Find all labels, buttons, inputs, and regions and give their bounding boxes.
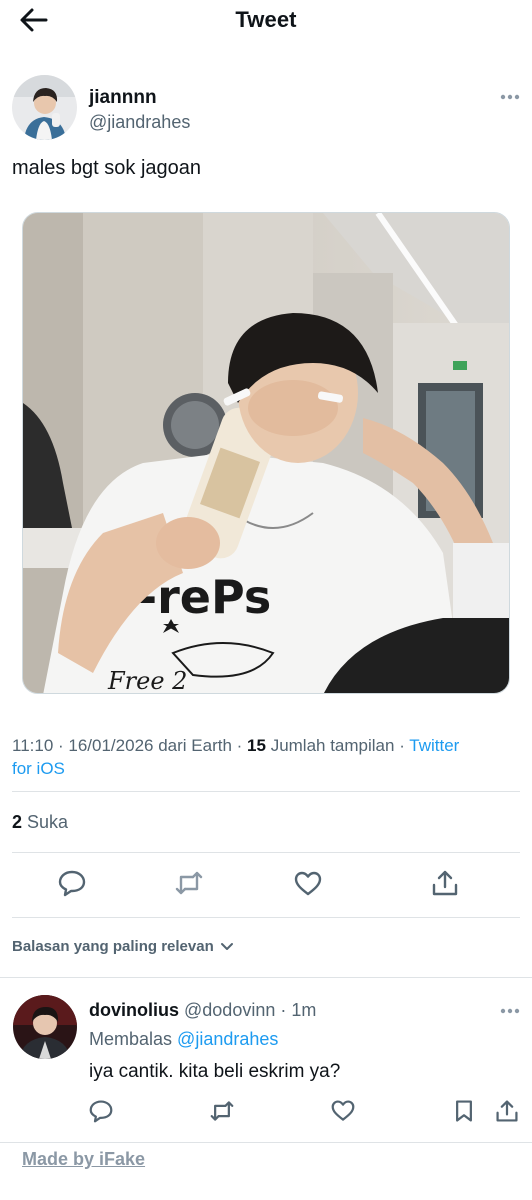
watermark: Made by iFake: [22, 1149, 146, 1169]
more-options-icon[interactable]: [499, 93, 521, 101]
tweet-location: dari Earth: [158, 736, 232, 755]
share-icon[interactable]: [431, 869, 459, 897]
divider: [0, 977, 532, 978]
reply-icon[interactable]: [58, 869, 86, 897]
reply-time: 1m: [291, 1000, 317, 1020]
author-handle[interactable]: @jiandrahes: [89, 112, 190, 133]
svg-text:Free 2: Free 2: [107, 667, 187, 694]
tweet-date: 16/01/2026: [68, 736, 154, 755]
retweet-icon[interactable]: [175, 869, 203, 897]
replies-sort[interactable]: Balasan yang paling relevan: [12, 938, 234, 955]
reply-avatar[interactable]: [13, 995, 77, 1059]
divider: [12, 917, 520, 918]
tweet-time: 11:10: [12, 736, 54, 755]
bookmark-icon[interactable]: [452, 1099, 476, 1123]
replies-sort-label: Balasan yang paling relevan: [12, 938, 214, 955]
tweet-photo[interactable]: -rePs Free 2: [22, 212, 510, 694]
likes-label: Suka: [27, 812, 69, 832]
chevron-down-icon: [220, 943, 233, 951]
divider: [12, 852, 520, 853]
likes-number: 2: [12, 812, 23, 832]
author-name[interactable]: jiannnn: [89, 87, 157, 109]
likes-count[interactable]: 2 Suka: [12, 812, 68, 833]
replying-label: Membalas: [89, 1029, 173, 1049]
like-icon[interactable]: [331, 1099, 355, 1123]
divider: [12, 791, 520, 792]
more-options-icon[interactable]: [499, 1007, 521, 1015]
tweet-meta: 11:10 · 16/01/2026 dari Earth · 15 Jumla…: [12, 736, 460, 778]
reply-separator: ·: [280, 1000, 287, 1020]
views-count: 15: [247, 736, 266, 755]
page-title: Tweet: [235, 7, 297, 32]
source-link[interactable]: Twitter: [409, 736, 459, 755]
divider: [0, 1142, 532, 1143]
views-label: Jumlah tampilan: [270, 736, 395, 755]
reply-author-name[interactable]: dovinolius: [89, 1000, 179, 1020]
reply-header: dovinolius @dodovinn · 1m: [89, 1000, 316, 1021]
replying-to: Membalas @jiandrahes: [89, 1029, 278, 1050]
reply-text: iya cantik. kita beli eskrim ya?: [89, 1061, 341, 1082]
like-icon[interactable]: [294, 870, 322, 898]
reply-author-handle[interactable]: @dodovinn: [184, 1000, 275, 1020]
tweet-text: males bgt sok jagoan: [12, 157, 202, 179]
reply-icon[interactable]: [89, 1099, 113, 1123]
author-avatar[interactable]: [12, 75, 77, 140]
share-icon[interactable]: [495, 1099, 519, 1123]
retweet-icon[interactable]: [210, 1099, 234, 1123]
source-link-cont[interactable]: for iOS: [12, 759, 65, 778]
replying-to-link[interactable]: @jiandrahes: [177, 1029, 278, 1049]
